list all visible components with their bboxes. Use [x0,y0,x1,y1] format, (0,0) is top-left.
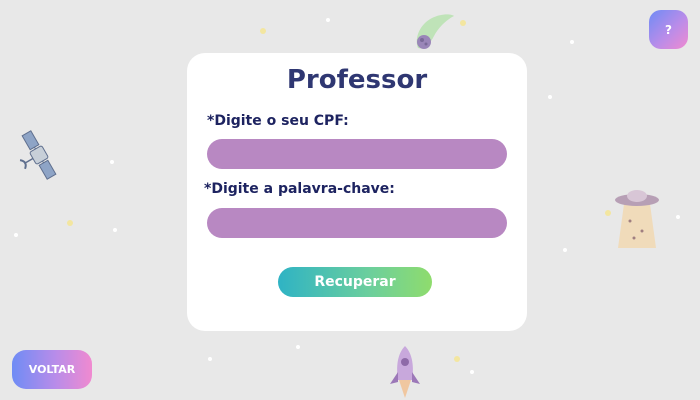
star-decoration [563,248,567,252]
star-decoration [326,18,330,22]
star-decoration [454,356,460,362]
recover-button[interactable]: Recuperar [278,267,432,297]
rocket-icon [390,346,420,398]
cpf-input[interactable] [207,139,507,169]
star-decoration [67,220,73,226]
star-decoration [14,233,18,237]
star-decoration [470,370,474,374]
star-decoration [605,210,611,216]
star-decoration [676,215,680,219]
star-decoration [570,40,574,44]
keyword-input[interactable] [207,208,507,238]
comet-icon [416,14,454,49]
satellite-icon [19,130,57,180]
star-decoration [548,95,552,99]
cpf-label: *Digite o seu CPF: [207,113,349,129]
star-decoration [113,228,117,232]
star-decoration [296,345,300,349]
star-decoration [260,28,266,34]
star-decoration [460,20,466,26]
help-button[interactable]: ? [649,10,688,49]
star-decoration [110,160,114,164]
ufo-icon [615,190,659,248]
back-button[interactable]: VOLTAR [12,350,92,389]
page-title: Professor [286,65,428,95]
password-recovery-card: Professor *Digite o seu CPF: *Digite a p… [187,53,527,331]
star-decoration [208,357,212,361]
keyword-label: *Digite a palavra-chave: [204,181,395,197]
